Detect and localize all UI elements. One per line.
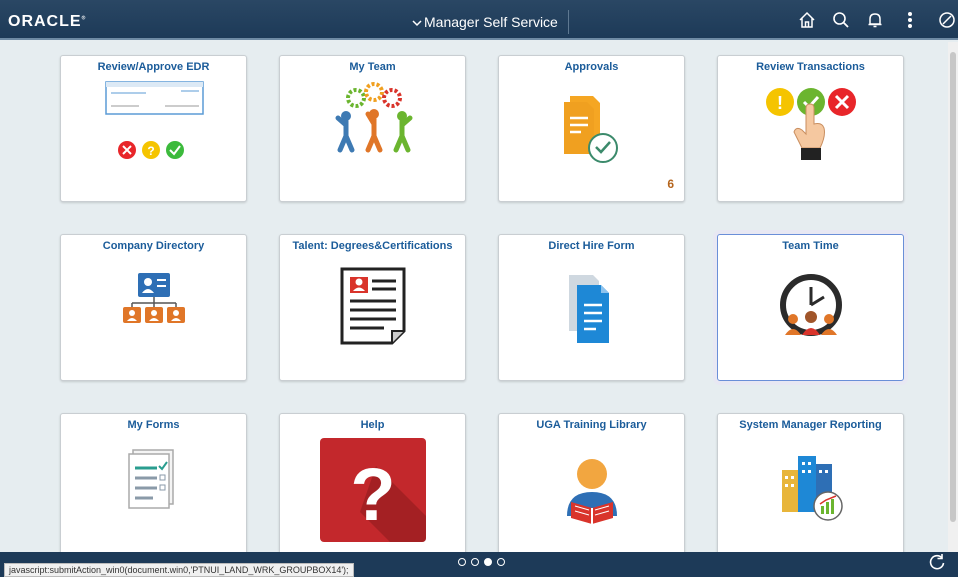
page-dot-2[interactable]: [471, 558, 479, 566]
page-indicator: [458, 558, 505, 566]
approvals-count-badge: 6: [667, 177, 674, 191]
page-dot-3[interactable]: [484, 558, 492, 566]
profile-document-icon: [280, 257, 465, 375]
scrollbar-thumb[interactable]: [950, 52, 956, 522]
notification-icon[interactable]: [864, 9, 886, 31]
svg-text:?: ?: [350, 453, 395, 536]
approval-document-icon: [499, 78, 684, 196]
tile-title: My Team: [349, 61, 396, 73]
tile-grid: Review/Approve EDR ? My Team Approvals 6…: [0, 42, 940, 560]
navbar-icon[interactable]: [936, 9, 958, 31]
home-icon[interactable]: [796, 9, 818, 31]
tile-title: System Manager Reporting: [739, 419, 882, 431]
tile-uga-training-library[interactable]: UGA Training Library: [498, 413, 685, 560]
tile-title: UGA Training Library: [536, 419, 647, 431]
actions-icon[interactable]: [899, 9, 921, 31]
forms-checklist-icon: [61, 436, 246, 554]
tile-company-directory[interactable]: Company Directory: [60, 234, 247, 381]
tile-team-time[interactable]: Team Time: [717, 234, 904, 381]
refresh-icon[interactable]: [928, 553, 946, 577]
tile-help[interactable]: Help ?: [279, 413, 466, 560]
tile-title: Approvals: [564, 61, 619, 73]
tile-direct-hire-form[interactable]: Direct Hire Form: [498, 234, 685, 381]
check-document-icon: ?: [61, 78, 246, 196]
tile-title: My Forms: [127, 419, 180, 431]
tile-my-team[interactable]: My Team: [279, 55, 466, 202]
page-dot-4[interactable]: [497, 558, 505, 566]
svg-text:?: ?: [147, 144, 154, 158]
hand-pointer-status-icon: !: [718, 78, 903, 196]
tile-system-manager-reporting[interactable]: System Manager Reporting: [717, 413, 904, 560]
tile-review-transactions[interactable]: Review Transactions !: [717, 55, 904, 202]
tile-title: Direct Hire Form: [548, 240, 635, 252]
tile-title: Review Transactions: [756, 61, 865, 73]
team-gears-icon: [280, 78, 465, 196]
oracle-logo: ORACLE®: [8, 13, 87, 30]
page-dot-1[interactable]: [458, 558, 466, 566]
tile-title: Help: [360, 419, 385, 431]
tile-my-forms[interactable]: My Forms: [60, 413, 247, 560]
svg-text:!: !: [777, 93, 783, 113]
tile-title: Team Time: [782, 240, 839, 252]
browser-status-bar: javascript:submitAction_win0(document.wi…: [4, 563, 354, 577]
tile-title: Company Directory: [102, 240, 205, 252]
form-document-icon: [499, 257, 684, 375]
reader-book-icon: [499, 436, 684, 554]
homepage-dropdown[interactable]: Manager Self Service: [408, 10, 569, 34]
org-chart-icon: [61, 257, 246, 375]
vertical-scrollbar[interactable]: [948, 42, 958, 552]
clock-team-icon: [718, 257, 903, 375]
top-header: ORACLE® Manager Self Service: [0, 0, 958, 40]
tile-talent-degrees-certifications[interactable]: Talent: Degrees&Certifications: [279, 234, 466, 381]
tile-approvals[interactable]: Approvals 6: [498, 55, 685, 202]
tile-title: Review/Approve EDR: [97, 61, 210, 73]
chevron-down-icon: [412, 14, 422, 30]
search-icon[interactable]: [830, 9, 852, 31]
homepage-title: Manager Self Service: [424, 14, 558, 30]
tile-review-approve-edr[interactable]: Review/Approve EDR ?: [60, 55, 247, 202]
tile-title: Talent: Degrees&Certifications: [292, 240, 453, 252]
question-mark-icon: ?: [280, 436, 465, 554]
buildings-chart-icon: [718, 436, 903, 554]
